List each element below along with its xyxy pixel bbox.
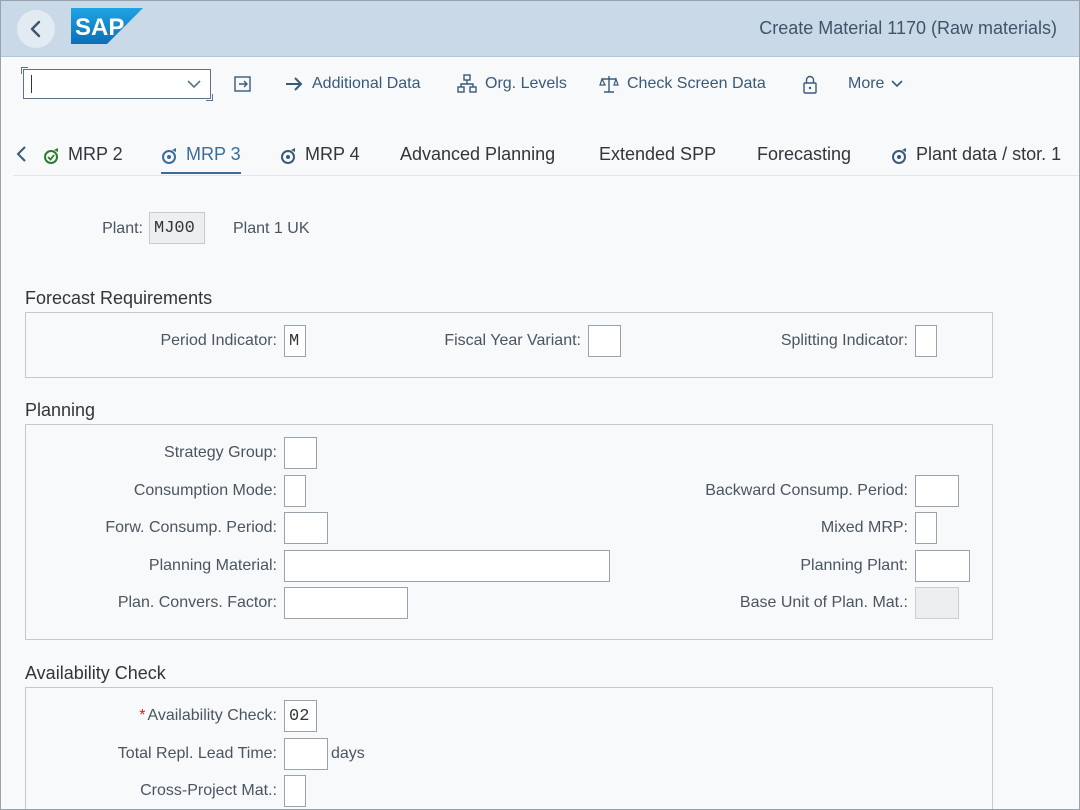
- lock-button[interactable]: [801, 71, 827, 97]
- check-screen-data-label: Check Screen Data: [627, 75, 766, 92]
- splitting-indicator-field[interactable]: [915, 325, 937, 357]
- app-title: Create Material 1170 (Raw materials): [759, 18, 1057, 38]
- base-unit-plan-mat-label: Base Unit of Plan. Mat.:: [739, 594, 908, 611]
- arrow-right-icon: [286, 77, 303, 91]
- tab-forecasting[interactable]: Forecasting: [757, 135, 851, 175]
- planning-plant-label: Planning Plant:: [800, 557, 908, 574]
- org-tree-icon: [457, 74, 477, 93]
- planning-material-label: Planning Material:: [148, 557, 277, 574]
- export-icon: [234, 76, 251, 92]
- org-levels-label: Org. Levels: [485, 75, 567, 92]
- tab-extended-spp[interactable]: Extended SPP: [599, 135, 716, 175]
- export-button[interactable]: [233, 71, 261, 97]
- period-indicator-field[interactable]: M: [284, 325, 306, 357]
- sap-logo: SAP: [71, 8, 143, 44]
- strategy-group-label: Strategy Group:: [164, 444, 277, 461]
- plant-name: Plant 1 UK: [233, 220, 310, 237]
- in-process-icon: [892, 148, 906, 164]
- in-process-icon: [281, 148, 295, 164]
- availability-check-label: * Availability Check:: [139, 707, 277, 725]
- forw-consump-period-label: Forw. Consump. Period:: [105, 519, 277, 536]
- availability-check-field[interactable]: 02: [284, 700, 317, 732]
- back-button[interactable]: [17, 10, 55, 48]
- check-screen-data-button[interactable]: Check Screen Data: [599, 71, 766, 97]
- plan-convers-factor-field[interactable]: [284, 587, 408, 619]
- tab-label: Plant data / stor. 1: [916, 144, 1062, 164]
- mixed-mrp-label: Mixed MRP:: [820, 519, 908, 536]
- plant-field: MJ00: [149, 212, 205, 244]
- shell-header: SAP Create Material 1170 (Raw materials): [1, 1, 1079, 57]
- tab-label: Forecasting: [757, 144, 852, 164]
- dropdown-chevron-icon[interactable]: [186, 76, 202, 92]
- tab-mrp-4[interactable]: MRP 4: [280, 135, 360, 175]
- app-window: SAP Create Material 1170 (Raw materials)…: [0, 0, 1080, 810]
- status-check-icon: [44, 148, 58, 164]
- command-field[interactable]: [21, 67, 213, 101]
- fiscal-year-variant-label: Fiscal Year Variant:: [444, 332, 581, 349]
- tab-label: MRP 4: [305, 144, 360, 164]
- cross-project-mat-label: Cross-Project Mat.:: [140, 782, 277, 799]
- tab-plant-data-stor-1[interactable]: Plant data / stor. 1: [891, 135, 1061, 175]
- base-unit-plan-mat-field: [915, 587, 959, 619]
- chevron-down-icon: [891, 80, 904, 88]
- tab-label: Advanced Planning: [400, 144, 556, 164]
- tab-label: MRP 2: [68, 144, 123, 164]
- balance-scale-icon: [599, 76, 619, 93]
- forw-consump-period-field[interactable]: [284, 512, 328, 544]
- form-content: Plant: MJ00 Plant 1 UK Forecast Requirem…: [13, 175, 1079, 809]
- tab-mrp-2[interactable]: MRP 2: [43, 135, 123, 175]
- in-process-icon: [162, 148, 176, 164]
- planning-plant-field[interactable]: [915, 550, 970, 582]
- more-button[interactable]: More: [848, 71, 912, 97]
- strategy-group-field[interactable]: [284, 437, 317, 469]
- splitting-indicator-label: Splitting Indicator:: [780, 332, 908, 349]
- additional-data-label: Additional Data: [312, 75, 421, 92]
- plant-label: Plant:: [102, 220, 143, 237]
- tab-strip: MRP 2 MRP 3 MRP 4 Advanced Planning Exte…: [1, 135, 1079, 175]
- period-indicator-label: Period Indicator:: [160, 332, 277, 349]
- additional-data-button[interactable]: Additional Data: [284, 71, 421, 97]
- total-repl-lead-time-field[interactable]: [284, 738, 328, 770]
- tab-label: MRP 3: [186, 144, 241, 164]
- planning-section-title: Planning: [25, 400, 96, 420]
- org-levels-button[interactable]: Org. Levels: [457, 71, 567, 97]
- tab-mrp-3[interactable]: MRP 3: [161, 135, 241, 175]
- back-arrow-icon: [30, 20, 41, 38]
- more-label: More: [848, 75, 885, 92]
- planning-material-field[interactable]: [284, 550, 610, 582]
- availability-section-title: Availability Check: [25, 663, 166, 683]
- tab-advanced-planning[interactable]: Advanced Planning: [400, 135, 555, 175]
- text-caret: [31, 75, 32, 93]
- mixed-mrp-field[interactable]: [915, 512, 937, 544]
- availability-check-label-text: Availability Check:: [147, 707, 277, 724]
- toolbar: Additional Data Org. Levels Check Screen…: [1, 57, 1079, 117]
- plan-convers-factor-label: Plan. Convers. Factor:: [117, 594, 277, 611]
- total-repl-lead-time-label: Total Repl. Lead Time:: [117, 745, 277, 762]
- consumption-mode-field[interactable]: [284, 475, 306, 507]
- required-marker: *: [139, 707, 146, 724]
- backward-consump-period-label: Backward Consump. Period:: [705, 482, 908, 499]
- sap-logo-text: SAP: [75, 14, 124, 41]
- backward-consump-period-field[interactable]: [915, 475, 959, 507]
- fiscal-year-variant-field[interactable]: [588, 325, 621, 357]
- consumption-mode-label: Consumption Mode:: [133, 482, 277, 499]
- cross-project-mat-field[interactable]: [284, 775, 306, 807]
- forecast-section-title: Forecast Requirements: [25, 288, 213, 308]
- lead-time-unit: days: [331, 745, 365, 762]
- lock-icon: [803, 75, 817, 94]
- tab-label: Extended SPP: [599, 144, 717, 164]
